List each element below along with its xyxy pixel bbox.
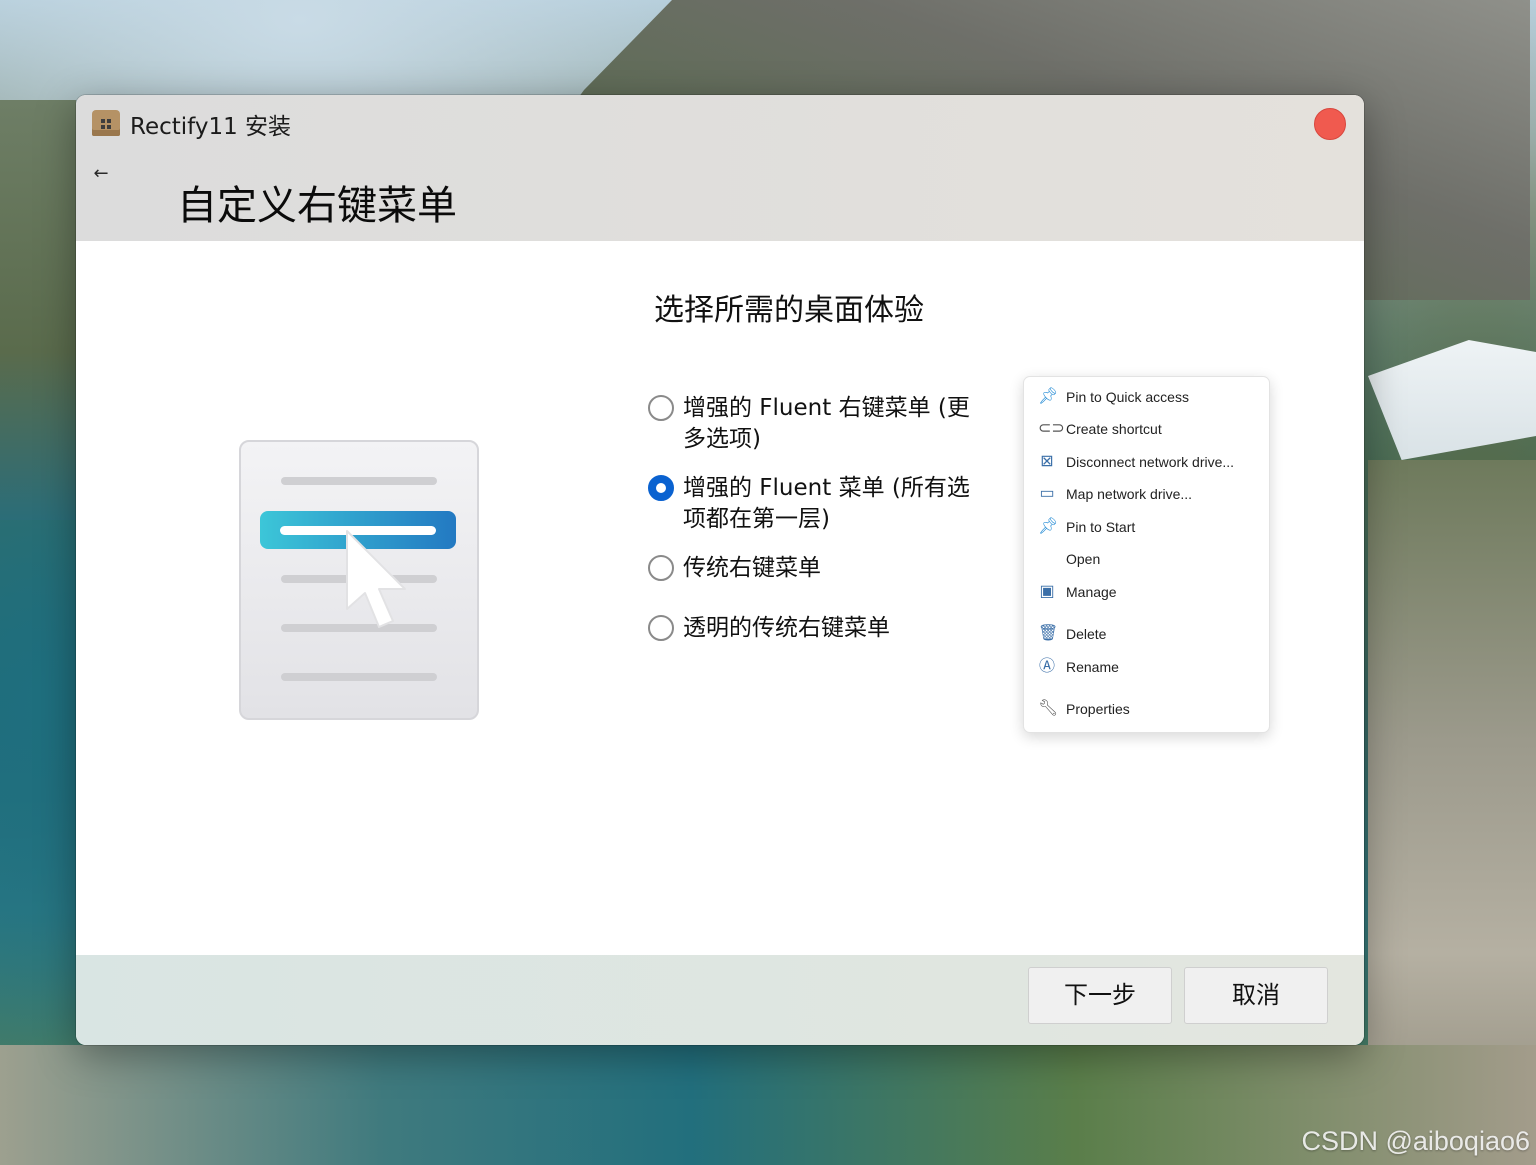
network-disconnect-icon: ⊠ <box>1040 453 1054 470</box>
option-label: 增强的 Fluent 右键菜单 (更多选项) <box>683 395 970 452</box>
next-button[interactable]: 下一步 <box>1028 967 1172 1024</box>
package-icon <box>92 110 120 136</box>
close-button[interactable] <box>1314 108 1346 140</box>
context-menu-illustration <box>239 440 479 720</box>
trash-icon: 🗑︎ <box>1038 625 1059 642</box>
option-label: 透明的传统右键菜单 <box>683 615 890 641</box>
network-drive-icon: ▭ <box>1039 485 1055 502</box>
ctx-item-delete: 🗑︎ Delete <box>1038 625 1107 642</box>
link-icon: ⊂⊃ <box>1038 420 1065 437</box>
wrench-icon: 🔧︎ <box>1038 700 1059 717</box>
cursor-icon <box>346 530 406 628</box>
ctx-item-disconnect-network-drive: ⊠ Disconnect network drive... <box>1024 449 1269 477</box>
ctx-item-rename: Ⓐ Rename <box>1038 658 1119 675</box>
radio-button[interactable] <box>648 395 674 421</box>
ctx-item-properties: 🔧︎ Properties <box>1038 700 1130 717</box>
background-trees <box>0 100 76 520</box>
context-menu-preview: 📌︎ Pin to Quick access ⊂⊃ Create shortcu… <box>1023 376 1270 733</box>
radio-button-selected[interactable] <box>648 475 674 501</box>
window-footer: 下一步 取消 <box>76 955 1364 1045</box>
options-heading: 选择所需的桌面体验 <box>654 293 924 328</box>
option-label: 增强的 Fluent 菜单 (所有选项都在第一层) <box>683 475 970 532</box>
window-title: Rectify11 安装 <box>130 114 292 140</box>
radio-button[interactable] <box>648 615 674 641</box>
cancel-button[interactable]: 取消 <box>1184 967 1328 1024</box>
background-snow <box>1368 340 1536 460</box>
installer-window: Rectify11 安装 ← 自定义右键菜单 选择所需的桌面体验 增强的 Flu… <box>76 95 1364 1045</box>
ctx-item-pin-to-start: 📌︎ Pin to Start <box>1038 518 1136 535</box>
ctx-item-map-network-drive: ▭ Map network drive... <box>1039 485 1193 502</box>
watermark: CSDN @aiboqiao6 <box>1301 1126 1530 1156</box>
ctx-item-open: Open <box>1066 551 1101 567</box>
back-arrow-icon[interactable]: ← <box>90 163 112 185</box>
radio-button[interactable] <box>648 555 674 581</box>
window-header: Rectify11 安装 ← 自定义右键菜单 <box>76 95 1364 241</box>
option-label: 传统右键菜单 <box>683 555 821 581</box>
pin-icon: 📌︎ <box>1038 518 1059 535</box>
pin-icon: 📌︎ <box>1038 388 1059 405</box>
page-title: 自定义右键菜单 <box>177 183 457 229</box>
computer-manage-icon: ▣ <box>1039 583 1055 600</box>
rename-icon: Ⓐ <box>1038 658 1055 675</box>
ctx-item-create-shortcut: ⊂⊃ Create shortcut <box>1038 420 1162 437</box>
ctx-item-manage: ▣ Manage <box>1039 583 1117 600</box>
illustration-line <box>281 477 437 485</box>
illustration-line <box>281 673 437 681</box>
ctx-item-pin-quick-access: 📌︎ Pin to Quick access <box>1038 388 1189 405</box>
